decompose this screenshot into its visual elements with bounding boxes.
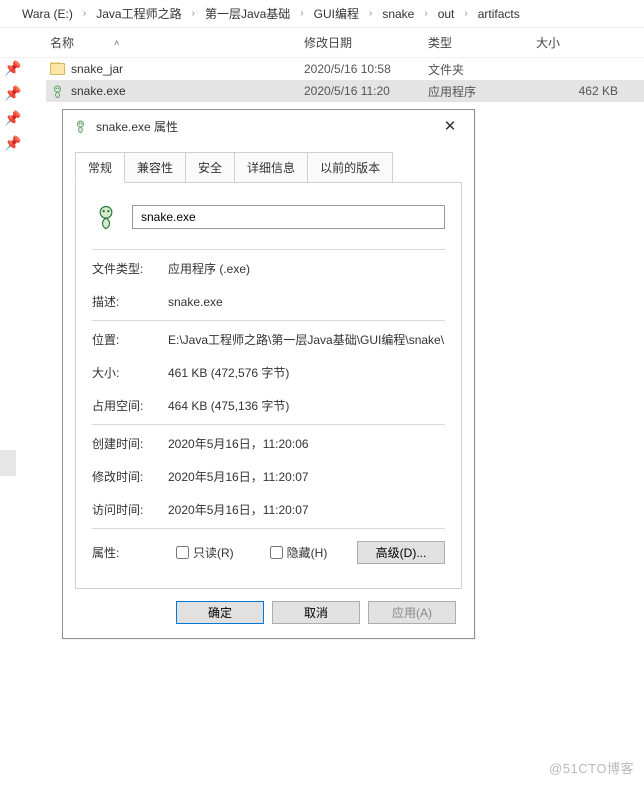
filename-input[interactable] [132, 205, 445, 229]
modified-label: 修改时间: [92, 468, 168, 485]
accessed-value: 2020年5月16日，11:20:07 [168, 501, 445, 518]
column-name-label: 名称 [50, 34, 74, 51]
file-date: 2020/5/16 10:58 [300, 62, 424, 76]
filetype-value: 应用程序 (.exe) [168, 260, 445, 277]
file-name-cell: snake.exe [46, 84, 300, 99]
dialog-titlebar[interactable]: snake.exe 属性 ✕ [63, 110, 474, 142]
pin-icon: 📌 [4, 110, 21, 127]
breadcrumb-segment[interactable]: snake [378, 7, 418, 21]
file-row[interactable]: snake_jar 2020/5/16 10:58文件夹 [46, 58, 644, 80]
modified-value: 2020年5月16日，11:20:07 [168, 468, 445, 485]
disk-label: 占用空间: [92, 397, 168, 414]
pin-icon: 📌 [4, 135, 21, 152]
breadcrumb-segment[interactable]: Java工程师之路 [92, 5, 185, 22]
file-row[interactable]: snake.exe 2020/5/16 11:20应用程序462 KB [46, 80, 644, 102]
file-type: 文件夹 [424, 61, 532, 78]
snake-icon [73, 119, 88, 134]
file-size: 462 KB [532, 84, 622, 98]
breadcrumb-segment[interactable]: GUI编程 [310, 5, 363, 22]
hidden-checkbox[interactable]: 隐藏(H) [270, 544, 328, 561]
breadcrumb-segment[interactable]: out [434, 7, 459, 21]
nav-edge [0, 450, 16, 476]
readonly-label: 只读(R) [193, 544, 234, 561]
tab-general-pane: 文件类型:应用程序 (.exe) 描述:snake.exe 位置:E:\Java… [75, 182, 462, 589]
file-name: snake.exe [71, 84, 126, 98]
created-label: 创建时间: [92, 435, 168, 452]
close-button[interactable]: ✕ [436, 117, 464, 135]
dialog-tabs: 常规兼容性安全详细信息以前的版本 [63, 142, 474, 183]
size-label: 大小: [92, 364, 168, 381]
hidden-label: 隐藏(H) [287, 544, 328, 561]
size-value: 461 KB (472,576 字节) [168, 364, 445, 381]
created-value: 2020年5月16日，11:20:06 [168, 435, 445, 452]
column-name[interactable]: 名称 ˄ [46, 34, 300, 51]
file-type: 应用程序 [424, 83, 532, 100]
file-name: snake_jar [71, 62, 123, 76]
chevron-right-icon: › [458, 8, 473, 19]
quick-access-pins: 📌 📌 📌 📌 [4, 60, 21, 152]
accessed-label: 访问时间: [92, 501, 168, 518]
tab-2[interactable]: 安全 [185, 152, 235, 183]
chevron-right-icon: › [77, 8, 92, 19]
column-date[interactable]: 修改日期 [300, 34, 424, 51]
breadcrumb-segment[interactable]: artifacts [474, 7, 524, 21]
desc-value: snake.exe [168, 295, 445, 309]
properties-dialog: snake.exe 属性 ✕ 常规兼容性安全详细信息以前的版本 文件类型:应用程… [62, 109, 475, 639]
readonly-checkbox[interactable]: 只读(R) [176, 544, 234, 561]
pin-icon: 📌 [4, 60, 21, 77]
chevron-right-icon: › [294, 8, 309, 19]
column-type[interactable]: 类型 [424, 34, 532, 51]
folder-icon [50, 63, 65, 75]
tab-3[interactable]: 详细信息 [234, 152, 308, 183]
desc-label: 描述: [92, 293, 168, 310]
chevron-right-icon: › [186, 8, 201, 19]
watermark: @51CTO博客 [549, 758, 634, 777]
ok-button[interactable]: 确定 [176, 601, 264, 624]
tab-4[interactable]: 以前的版本 [307, 152, 393, 183]
location-label: 位置: [92, 331, 168, 348]
chevron-right-icon: › [418, 8, 433, 19]
disk-value: 464 KB (475,136 字节) [168, 397, 445, 414]
breadcrumb-segment[interactable]: 第一层Java基础 [201, 5, 294, 22]
dialog-title: snake.exe 属性 [96, 118, 436, 135]
sort-indicator-icon: ˄ [114, 38, 119, 48]
snake-icon [92, 203, 120, 231]
advanced-button[interactable]: 高级(D)... [357, 541, 445, 564]
filetype-label: 文件类型: [92, 260, 168, 277]
tab-0[interactable]: 常规 [75, 152, 125, 183]
breadcrumb-segment[interactable]: Wara (E:) [18, 7, 77, 21]
column-size[interactable]: 大小 [532, 34, 622, 51]
chevron-right-icon: › [363, 8, 378, 19]
location-value: E:\Java工程师之路\第一层Java基础\GUI编程\snake\ [168, 331, 445, 348]
breadcrumb[interactable]: Wara (E:)›Java工程师之路›第一层Java基础›GUI编程›snak… [0, 0, 644, 28]
file-list[interactable]: snake_jar 2020/5/16 10:58文件夹 snake.exe 2020… [0, 58, 644, 102]
dialog-actions: 确定 取消 应用(A) [63, 589, 474, 638]
column-headers: 名称 ˄ 修改日期 类型 大小 [0, 28, 644, 58]
file-name-cell: snake_jar [46, 62, 300, 76]
cancel-button[interactable]: 取消 [272, 601, 360, 624]
pin-icon: 📌 [4, 85, 21, 102]
attr-label: 属性: [92, 544, 168, 561]
tab-1[interactable]: 兼容性 [124, 152, 186, 183]
snake-icon [50, 84, 65, 99]
apply-button[interactable]: 应用(A) [368, 601, 456, 624]
file-date: 2020/5/16 11:20 [300, 84, 424, 98]
